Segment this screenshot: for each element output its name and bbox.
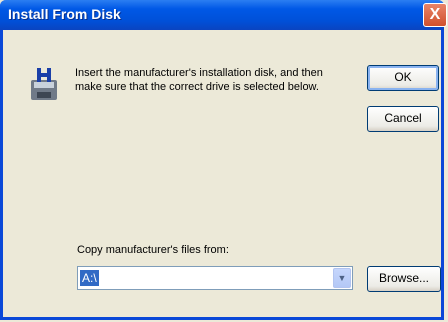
copy-from-combobox[interactable]: A:\ ▼ (77, 266, 353, 290)
title-bar[interactable]: Install From Disk X (0, 0, 447, 30)
ok-button[interactable]: OK (367, 65, 439, 91)
chevron-down-icon[interactable]: ▼ (333, 268, 351, 288)
install-from-disk-dialog: Install From Disk X Insert the manufactu… (0, 0, 447, 320)
floppy-disk-install-icon (31, 68, 57, 100)
copy-from-label: Copy manufacturer's files from: (77, 244, 229, 256)
window-title: Install From Disk (8, 6, 121, 22)
instruction-text: Insert the manufacturer's installation d… (75, 67, 323, 93)
copy-from-value[interactable]: A:\ (80, 270, 99, 286)
browse-button[interactable]: Browse... (367, 266, 441, 292)
close-button[interactable]: X (423, 3, 447, 27)
cancel-button[interactable]: Cancel (367, 106, 439, 132)
